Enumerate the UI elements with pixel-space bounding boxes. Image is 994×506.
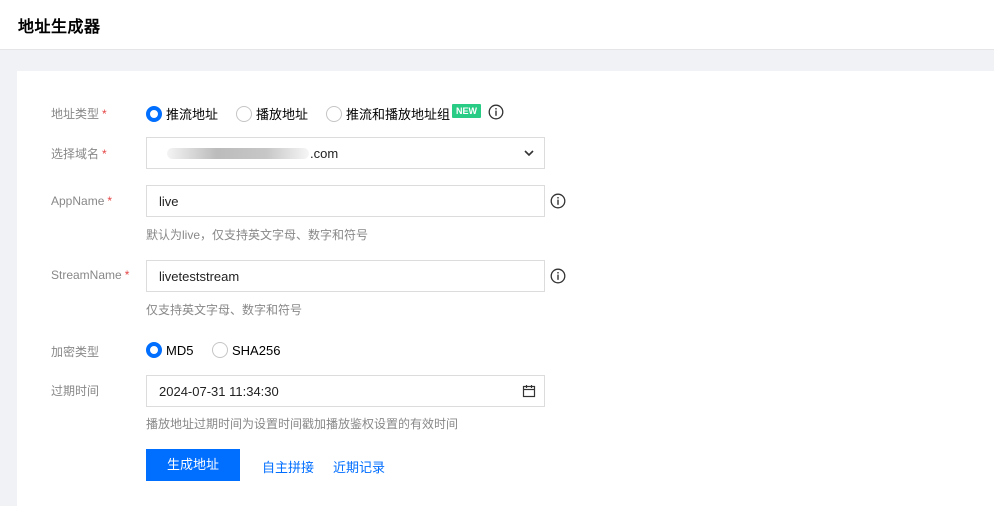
radio-dot-icon bbox=[326, 105, 342, 122]
domain-suffix: .com bbox=[310, 146, 339, 161]
app-name-value: live bbox=[159, 194, 179, 209]
address-type-label: 地址类型 * bbox=[51, 107, 107, 121]
stream-name-input[interactable]: liveteststream bbox=[146, 260, 545, 292]
generate-address-button[interactable]: 生成地址 bbox=[146, 449, 240, 481]
page-title: 地址生成器 bbox=[18, 19, 101, 36]
domain-label: 选择域名 * bbox=[51, 147, 107, 161]
page-header: 地址生成器 bbox=[0, 0, 994, 50]
expiry-value: 2024-07-31 11:34:30 bbox=[159, 384, 279, 399]
stream-name-help: 仅支持英文字母、数字和符号 bbox=[146, 303, 303, 317]
radio-label: 推流地址 bbox=[166, 107, 219, 122]
custom-compose-link[interactable]: 自主拼接 bbox=[262, 457, 314, 476]
calendar-icon[interactable] bbox=[522, 384, 536, 398]
expiry-label: 过期时间 bbox=[51, 384, 100, 398]
radio-dot-icon bbox=[146, 342, 162, 358]
radio-dot-icon bbox=[212, 342, 228, 358]
domain-select[interactable]: .com bbox=[146, 137, 545, 169]
info-circle-icon[interactable] bbox=[550, 268, 566, 284]
radio-push-address[interactable]: 推流地址 bbox=[146, 104, 218, 123]
app-name-help: 默认为live，仅支持英文字母、数字和符号 bbox=[146, 228, 369, 242]
radio-label: SHA256 bbox=[232, 342, 281, 358]
radio-dot-icon bbox=[236, 105, 252, 122]
radio-label: 推流和播放地址组 bbox=[346, 107, 451, 122]
radio-md5[interactable]: MD5 bbox=[146, 342, 193, 358]
radio-label: MD5 bbox=[166, 342, 194, 358]
app-name-label: AppName * bbox=[51, 194, 113, 208]
radio-sha256[interactable]: SHA256 bbox=[212, 342, 280, 358]
radio-push-play-group[interactable]: 推流和播放地址组 bbox=[326, 104, 450, 123]
stream-name-label: StreamName * bbox=[51, 268, 130, 282]
chevron-down-icon bbox=[524, 150, 534, 157]
recent-records-link[interactable]: 近期记录 bbox=[333, 457, 385, 476]
stream-name-value: liveteststream bbox=[159, 269, 240, 284]
redacted-domain bbox=[167, 148, 309, 159]
info-circle-icon[interactable] bbox=[488, 104, 504, 120]
app-name-input[interactable]: live bbox=[146, 185, 545, 217]
expiry-help: 播放地址过期时间为设置时间戳加播放鉴权设置的有效时间 bbox=[146, 417, 459, 431]
info-circle-icon[interactable] bbox=[550, 193, 566, 209]
encryption-label: 加密类型 bbox=[51, 345, 100, 359]
expiry-datetime-input[interactable]: 2024-07-31 11:34:30 bbox=[146, 375, 545, 407]
radio-dot-icon bbox=[146, 105, 162, 122]
radio-play-address[interactable]: 播放地址 bbox=[236, 104, 308, 123]
radio-label: 播放地址 bbox=[256, 107, 309, 122]
new-badge: NEW bbox=[452, 104, 481, 118]
